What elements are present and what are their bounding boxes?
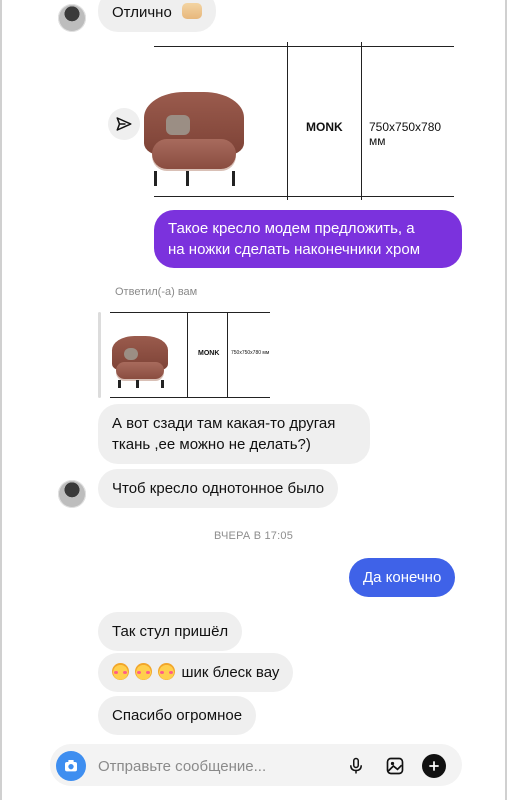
- reply-product-name: MONK: [198, 350, 220, 357]
- message-text: Так стул пришёл: [112, 623, 229, 640]
- message-text: Чтоб кресло однотонное было: [112, 480, 325, 497]
- plus-icon: [429, 761, 439, 771]
- frame-border-left: [0, 0, 2, 800]
- message-text: шик блеск вау: [181, 664, 280, 681]
- message-text-line-2: ткань ,ее можно не делать?): [112, 436, 311, 453]
- reply-card-border-top: [110, 312, 270, 313]
- smiling-face-with-hearts-emoji-icon: [112, 663, 129, 680]
- gallery-button[interactable]: [382, 753, 408, 779]
- reply-card-border-bottom: [110, 397, 270, 398]
- share-button[interactable]: [108, 108, 140, 140]
- product-name: MONK: [306, 120, 343, 134]
- card-border-top: [154, 46, 454, 47]
- card-divider-2: [361, 42, 362, 200]
- sender-avatar[interactable]: [58, 480, 86, 508]
- chair-image: [144, 92, 244, 186]
- shared-product-card[interactable]: MONK 750x750x780 мм: [140, 42, 460, 200]
- reply-card-divider-1: [187, 312, 188, 398]
- message-bubble-outgoing[interactable]: Да конечно: [349, 558, 456, 597]
- camera-icon: [65, 760, 77, 772]
- message-bubble-incoming[interactable]: шик блеск вау: [98, 653, 294, 692]
- product-size: 750x750x780 мм: [369, 120, 442, 148]
- message-text-line-1: Такое кресло модем предложить, а: [168, 220, 415, 237]
- message-text-line-1: А вот сзади там какая-то другая: [112, 415, 336, 432]
- camera-button[interactable]: [56, 751, 86, 781]
- reply-label: Ответил(-а) вам: [115, 286, 198, 298]
- thumbs-up-emoji-icon: [181, 3, 202, 19]
- smiling-face-with-hearts-emoji-icon: [135, 663, 153, 680]
- send-icon: [116, 117, 132, 131]
- reply-card-divider-2: [227, 312, 228, 398]
- message-text: Да конечно: [363, 569, 442, 586]
- timestamp: ВЧЕРА В 17:05: [213, 530, 294, 542]
- message-text-line-2: на ножки сделать наконечники хром: [168, 241, 421, 258]
- reply-indicator-bar: [98, 312, 101, 398]
- message-text: Спасибо огромное: [112, 707, 243, 724]
- message-bubble-incoming[interactable]: Так стул пришёл: [98, 612, 243, 651]
- image-icon: [386, 757, 404, 775]
- plus-button[interactable]: [422, 754, 446, 778]
- microphone-icon: [350, 757, 362, 774]
- message-bubble-incoming[interactable]: А вот сзади там какая-то другая ткань ,е…: [98, 404, 370, 464]
- smiling-face-with-hearts-emoji-icon: [158, 663, 176, 680]
- message-bubble-incoming[interactable]: Спасибо огромное: [98, 696, 257, 735]
- message-bubble-incoming[interactable]: Чтоб кресло однотонное было: [98, 469, 339, 508]
- microphone-button[interactable]: [343, 753, 369, 779]
- card-border-bottom: [154, 196, 454, 197]
- reply-chair-image: [112, 336, 168, 388]
- card-divider-1: [287, 42, 288, 200]
- reply-product-size: 750x750x780 мм: [231, 350, 270, 356]
- replied-product-card[interactable]: MONK 750x750x780 мм: [110, 312, 274, 398]
- sender-avatar[interactable]: [58, 4, 86, 32]
- message-bubble-outgoing[interactable]: Такое кресло модем предложить, а на ножк…: [154, 210, 462, 268]
- message-bubble-incoming[interactable]: Отлично: [98, 0, 216, 32]
- message-text: Отлично: [112, 4, 172, 21]
- message-input[interactable]: [96, 754, 340, 778]
